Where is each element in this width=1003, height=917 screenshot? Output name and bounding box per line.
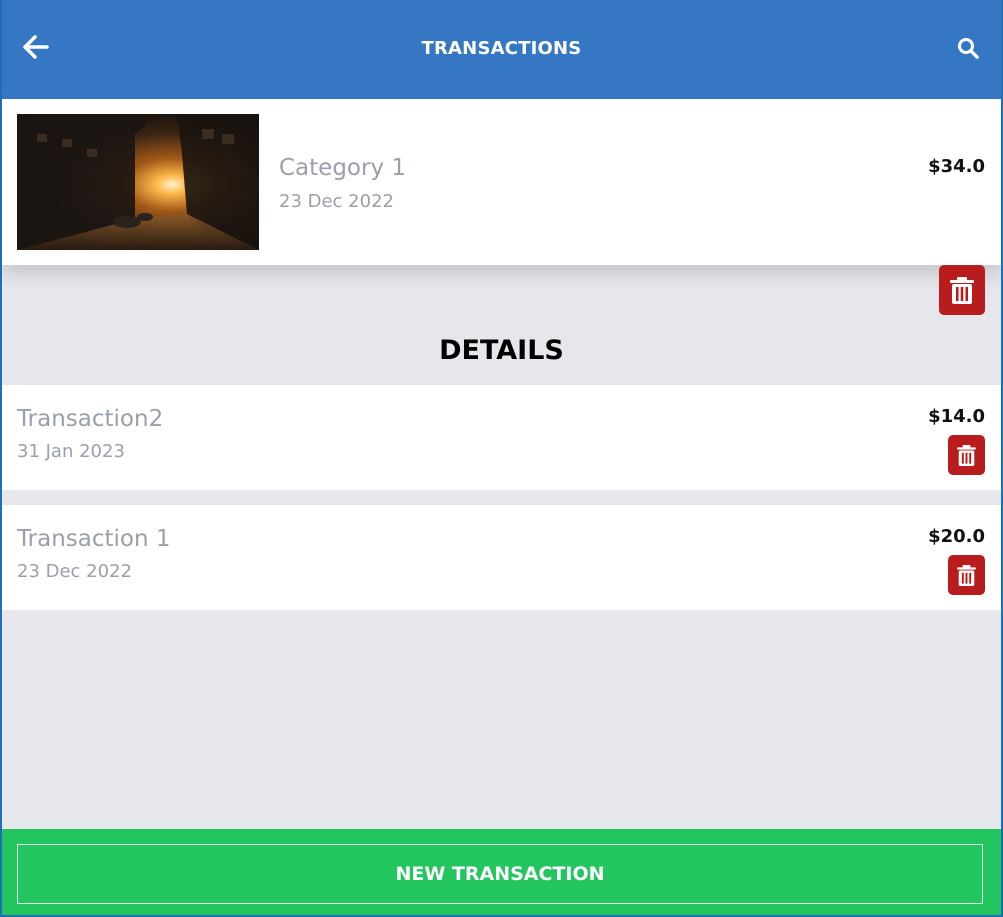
transaction-row[interactable]: Transaction 1 23 Dec 2022 $20.0 (2, 505, 1001, 610)
search-icon (958, 38, 979, 59)
transaction-row[interactable]: Transaction2 31 Jan 2023 $14.0 (2, 385, 1001, 490)
new-transaction-button[interactable]: NEW TRANSACTION (17, 844, 983, 904)
transaction-amount: $20.0 (928, 526, 985, 547)
category-amount: $34.0 (928, 156, 985, 177)
category-image (17, 114, 259, 250)
transaction-amount: $14.0 (928, 406, 985, 427)
trash-icon (950, 277, 974, 304)
delete-category-button[interactable] (939, 265, 985, 315)
transaction-date: 31 Jan 2023 (17, 441, 125, 462)
details-heading: DETAILS (439, 335, 564, 366)
category-name: Category 1 (279, 155, 407, 181)
app-screen: TRANSACTIONS Category 1 23 Dec 2022 $34.… (2, 0, 1001, 915)
trash-icon (957, 565, 976, 586)
search-button[interactable] (956, 36, 982, 62)
app-header: TRANSACTIONS (2, 0, 1001, 99)
page-title: TRANSACTIONS (421, 38, 582, 59)
category-date: 23 Dec 2022 (279, 191, 394, 212)
transaction-name: Transaction2 (17, 406, 164, 432)
category-card[interactable]: Category 1 23 Dec 2022 $34.0 (2, 99, 1001, 265)
footer-bar: NEW TRANSACTION (2, 829, 1001, 915)
delete-transaction-button[interactable] (948, 555, 985, 595)
trash-icon (957, 445, 976, 466)
delete-transaction-button[interactable] (948, 435, 985, 475)
transaction-name: Transaction 1 (17, 526, 171, 552)
transaction-date: 23 Dec 2022 (17, 561, 132, 582)
